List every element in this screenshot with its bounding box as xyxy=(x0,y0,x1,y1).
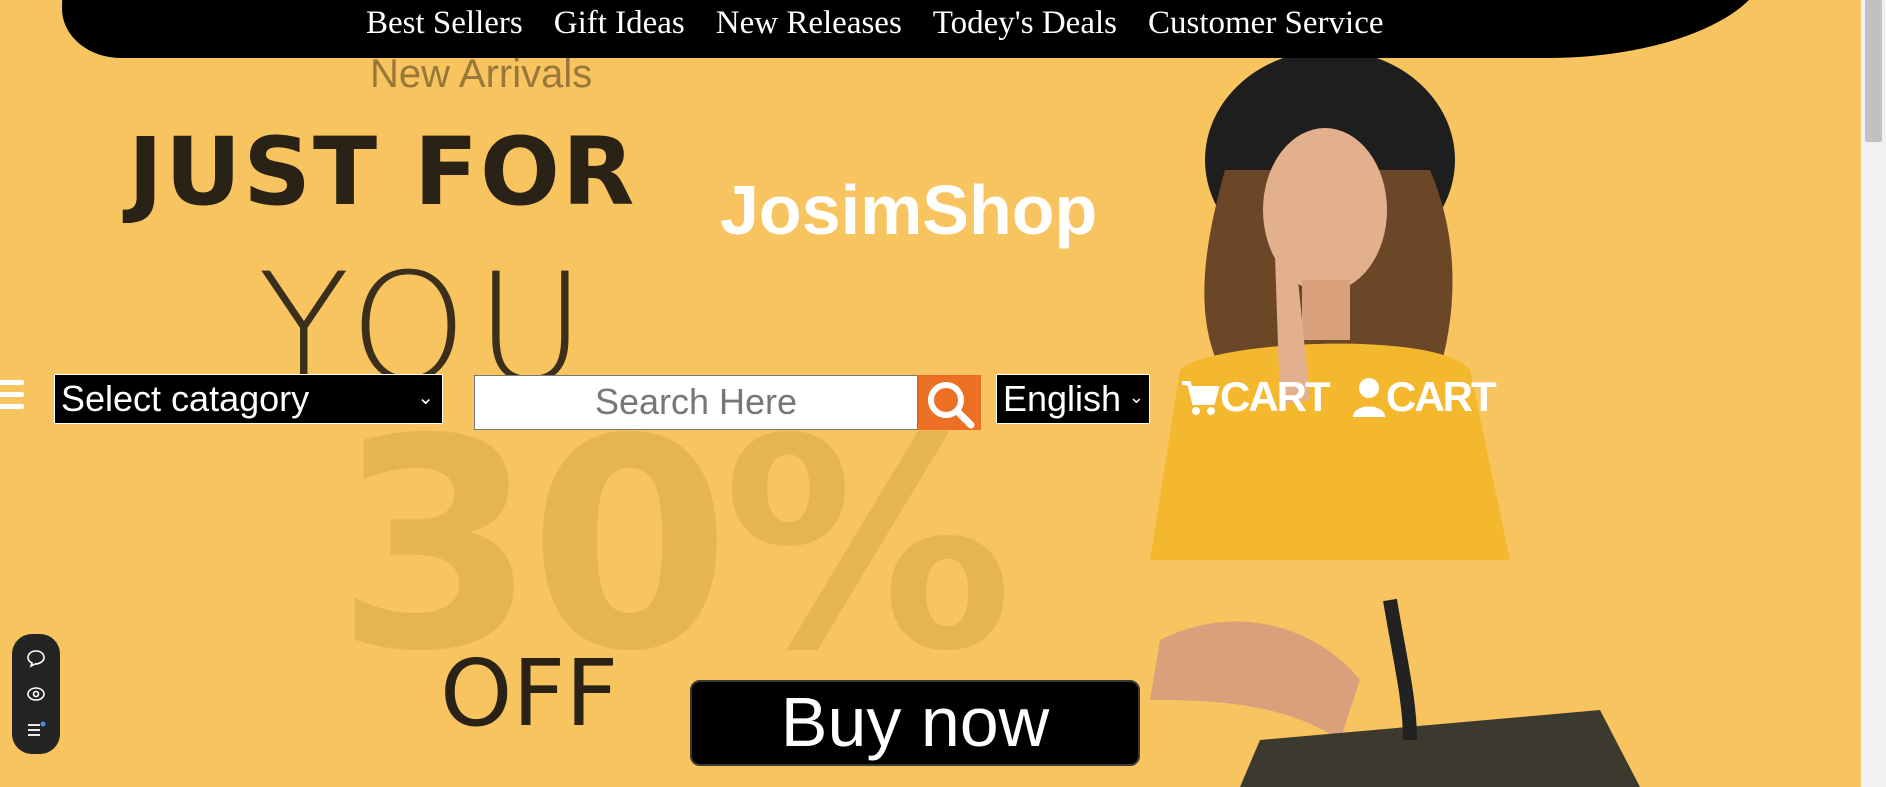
nav-link-customer-service[interactable]: Customer Service xyxy=(1148,5,1384,42)
scrollbar-thumb[interactable] xyxy=(1865,0,1882,142)
brand-logo[interactable]: JosimShop xyxy=(720,170,1097,250)
chat-icon[interactable] xyxy=(26,648,46,668)
floating-toolbar xyxy=(12,634,60,754)
list-icon[interactable] xyxy=(26,720,46,740)
nav-link-todays-deals[interactable]: Todey's Deals xyxy=(933,5,1117,42)
language-select-value: English xyxy=(1003,378,1122,419)
cart-link[interactable]: CART xyxy=(1180,372,1331,422)
category-select-value: Select catagory xyxy=(61,378,310,419)
hamburger-menu-icon[interactable] xyxy=(0,380,24,414)
chevron-down-icon: ⌄ xyxy=(1128,387,1144,407)
search-icon xyxy=(928,382,975,429)
top-nav: Best Sellers Gift Ideas New Releases Tod… xyxy=(366,0,1384,46)
promo-headline: JUST FOR xyxy=(128,118,637,227)
search-input[interactable]: Search Here xyxy=(474,375,918,430)
nav-link-gift-ideas[interactable]: Gift Ideas xyxy=(554,5,685,42)
language-select[interactable]: English ⌄ xyxy=(996,374,1150,424)
nav-link-best-sellers[interactable]: Best Sellers xyxy=(366,5,523,42)
account-label: CART xyxy=(1386,373,1497,420)
cart-icon xyxy=(1182,381,1220,415)
category-select[interactable]: Select catagory ⌄ xyxy=(54,374,443,424)
cart-label: CART xyxy=(1220,373,1331,420)
promo-kicker: New Arrivals xyxy=(370,52,593,96)
nav-link-new-releases[interactable]: New Releases xyxy=(716,5,902,42)
user-icon xyxy=(1353,378,1385,417)
promo-off: OFF xyxy=(440,640,619,747)
account-link[interactable]: CART xyxy=(1352,372,1497,422)
chevron-down-icon: ⌄ xyxy=(417,387,434,409)
buy-now-button[interactable]: Buy now xyxy=(690,680,1140,766)
eye-icon[interactable] xyxy=(26,684,46,704)
page-scrollbar[interactable] xyxy=(1861,0,1886,787)
search-button[interactable] xyxy=(918,375,981,430)
promo-percent: 30% xyxy=(335,378,1013,715)
